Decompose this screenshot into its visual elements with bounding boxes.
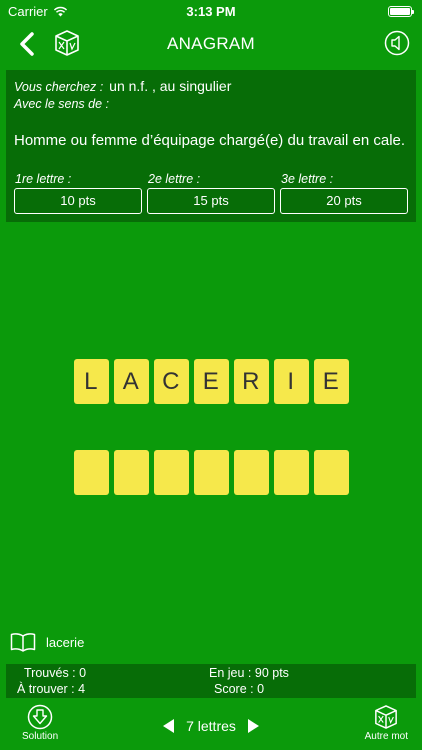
points-at-stake: En jeu : 90 pts (209, 666, 289, 680)
hint-label: 2e lettre : (148, 172, 201, 186)
page-title: ANAGRAM (166, 34, 256, 53)
letter-tile[interactable]: E (194, 359, 229, 404)
speaker-icon (384, 30, 410, 56)
letter-tile[interactable]: E (314, 359, 349, 404)
hint-first-letter-button[interactable]: 10 pts (14, 188, 142, 214)
letter-tile[interactable]: R (234, 359, 269, 404)
letter-tile[interactable]: A (114, 359, 149, 404)
triangle-right-icon[interactable] (247, 719, 259, 733)
hint-third-letter: 3e lettre : 20 pts (280, 172, 408, 214)
answer-slot[interactable] (274, 450, 309, 495)
scrambled-letters: L A C E R I E (74, 359, 349, 404)
search-label: Vous cherchez : (14, 80, 104, 94)
found-count: Trouvés : 0 (24, 666, 87, 680)
letter-tile[interactable]: C (154, 359, 189, 404)
next-word-button[interactable]: Autre mot (365, 704, 408, 742)
hint-label: 1re lettre : (15, 172, 72, 186)
hint-second-letter-button[interactable]: 15 pts (147, 188, 275, 214)
answer-slot[interactable] (74, 450, 109, 495)
next-word-label: Autre mot (364, 731, 408, 742)
hint-second-letter: 2e lettre : 15 pts (147, 172, 275, 214)
status-bar: Carrier 3:13 PM (0, 0, 422, 24)
answer-slot[interactable] (194, 450, 229, 495)
letter-tile[interactable]: L (74, 359, 109, 404)
stats-panel: Trouvés : 0 À trouver : 4 En jeu : 90 pt… (6, 664, 416, 698)
triangle-left-icon[interactable] (163, 719, 175, 733)
answer-slot[interactable] (314, 450, 349, 495)
nav-bar: ANAGRAM (0, 26, 422, 62)
definition-text: Homme ou femme d’équipage chargé(e) du t… (14, 132, 406, 149)
answer-slots (74, 450, 349, 495)
battery-icon (388, 6, 414, 17)
hint-third-letter-button[interactable]: 20 pts (280, 188, 408, 214)
clue-panel: Vous cherchez : un n.f. , au singulier A… (6, 70, 416, 222)
word-length-selector: 7 lettres (0, 718, 422, 734)
letter-tile[interactable]: I (274, 359, 309, 404)
clock: 3:13 PM (186, 4, 236, 19)
hint-label: 3e lettre : (281, 172, 334, 186)
answer-slot[interactable] (154, 450, 189, 495)
dictionary-link[interactable]: lacerie (10, 632, 84, 652)
answer-slot[interactable] (114, 450, 149, 495)
dictionary-word: lacerie (46, 634, 85, 650)
sense-label: Avec le sens de : (14, 97, 109, 111)
bottom-toolbar: Solution 7 lettres Autre mot (0, 704, 422, 750)
score: Score : 0 (214, 682, 265, 696)
hint-first-letter: 1re lettre : 10 pts (14, 172, 142, 214)
search-value: un n.f. , au singulier (109, 78, 232, 94)
cube-icon (375, 705, 398, 729)
word-length-label: 7 lettres (186, 718, 236, 734)
speaker-button[interactable] (384, 30, 410, 56)
book-icon (10, 633, 36, 652)
answer-slot[interactable] (234, 450, 269, 495)
app-screen: Carrier 3:13 PM ANAGRAM Vous cherchez: … (0, 0, 422, 750)
remaining-count: À trouver : 4 (17, 682, 86, 696)
search-row: Vous cherchez : un n.f. , au singulier (14, 78, 231, 94)
